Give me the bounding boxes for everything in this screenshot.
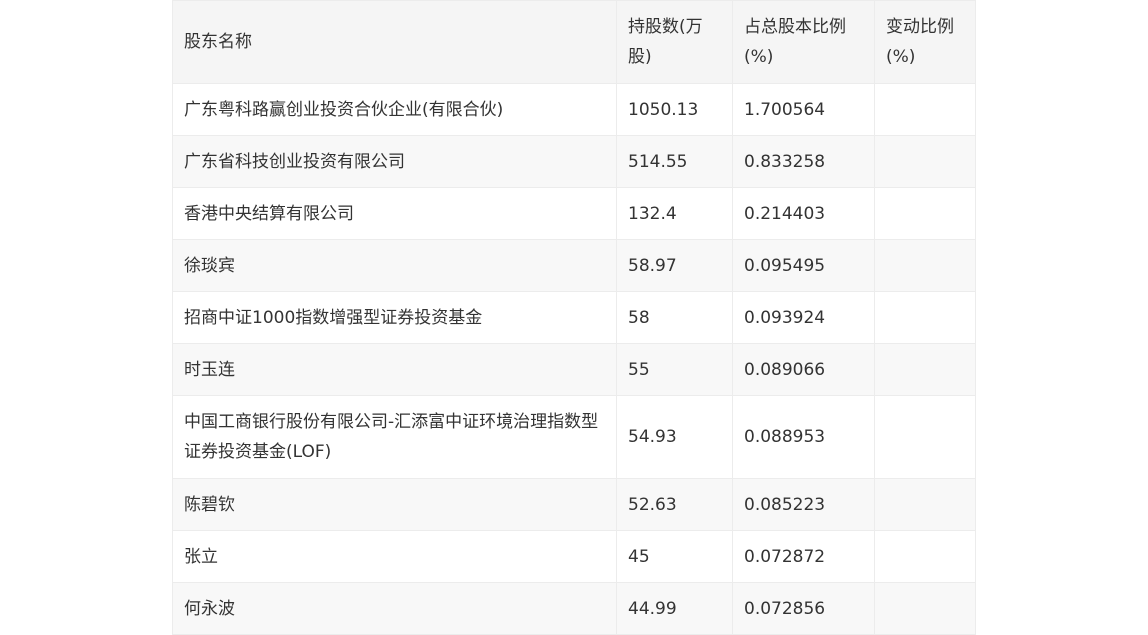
cell-share-ratio: 0.072856 [732,582,875,635]
table-row: 广东粤科路赢创业投资合伙企业(有限合伙) 1050.13 1.700564 [172,83,976,136]
table-row: 香港中央结算有限公司 132.4 0.214403 [172,187,976,240]
cell-change-ratio [874,291,976,344]
cell-share-ratio: 0.093924 [732,291,875,344]
cell-change-ratio [874,343,976,396]
cell-change-ratio [874,530,976,583]
cell-share-ratio: 0.833258 [732,135,875,188]
cell-shares: 55 [616,343,733,396]
cell-change-ratio [874,83,976,136]
header-change-ratio: 变动比例(%) [874,0,976,84]
cell-change-ratio [874,239,976,292]
cell-share-ratio: 1.700564 [732,83,875,136]
cell-shareholder-name: 时玉连 [172,343,617,396]
cell-shareholder-name: 徐琰宾 [172,239,617,292]
table-row: 徐琰宾 58.97 0.095495 [172,239,976,292]
cell-share-ratio: 0.088953 [732,395,875,479]
cell-shares: 514.55 [616,135,733,188]
cell-shares: 132.4 [616,187,733,240]
cell-share-ratio: 0.089066 [732,343,875,396]
cell-shares: 52.63 [616,478,733,531]
cell-shareholder-name: 招商中证1000指数增强型证券投资基金 [172,291,617,344]
cell-shares: 1050.13 [616,83,733,136]
cell-shareholder-name: 中国工商银行股份有限公司-汇添富中证环境治理指数型证券投资基金(LOF) [172,395,617,479]
cell-change-ratio [874,582,976,635]
cell-shares: 44.99 [616,582,733,635]
header-share-ratio: 占总股本比例(%) [732,0,875,84]
cell-share-ratio: 0.214403 [732,187,875,240]
cell-shareholder-name: 香港中央结算有限公司 [172,187,617,240]
cell-shares: 54.93 [616,395,733,479]
header-shareholder-name: 股东名称 [172,0,617,84]
cell-change-ratio [874,135,976,188]
shareholder-table-container: 股东名称 持股数(万股) 占总股本比例(%) 变动比例(%) 广东粤科路赢创业投… [172,0,976,635]
cell-shareholder-name: 何永波 [172,582,617,635]
cell-shares: 45 [616,530,733,583]
cell-share-ratio: 0.095495 [732,239,875,292]
shareholder-table: 股东名称 持股数(万股) 占总股本比例(%) 变动比例(%) 广东粤科路赢创业投… [172,0,976,635]
cell-shareholder-name: 陈碧钦 [172,478,617,531]
cell-shareholder-name: 广东省科技创业投资有限公司 [172,135,617,188]
cell-change-ratio [874,395,976,479]
table-row: 广东省科技创业投资有限公司 514.55 0.833258 [172,135,976,188]
cell-shareholder-name: 张立 [172,530,617,583]
table-header-row: 股东名称 持股数(万股) 占总股本比例(%) 变动比例(%) [172,0,976,84]
cell-share-ratio: 0.085223 [732,478,875,531]
cell-shareholder-name: 广东粤科路赢创业投资合伙企业(有限合伙) [172,83,617,136]
cell-shares: 58 [616,291,733,344]
cell-share-ratio: 0.072872 [732,530,875,583]
header-shares: 持股数(万股) [616,0,733,84]
cell-change-ratio [874,187,976,240]
table-row: 时玉连 55 0.089066 [172,343,976,396]
table-row: 陈碧钦 52.63 0.085223 [172,478,976,531]
table-row: 招商中证1000指数增强型证券投资基金 58 0.093924 [172,291,976,344]
cell-shares: 58.97 [616,239,733,292]
cell-change-ratio [874,478,976,531]
table-row: 何永波 44.99 0.072856 [172,582,976,635]
table-row: 中国工商银行股份有限公司-汇添富中证环境治理指数型证券投资基金(LOF) 54.… [172,395,976,479]
table-row: 张立 45 0.072872 [172,530,976,583]
